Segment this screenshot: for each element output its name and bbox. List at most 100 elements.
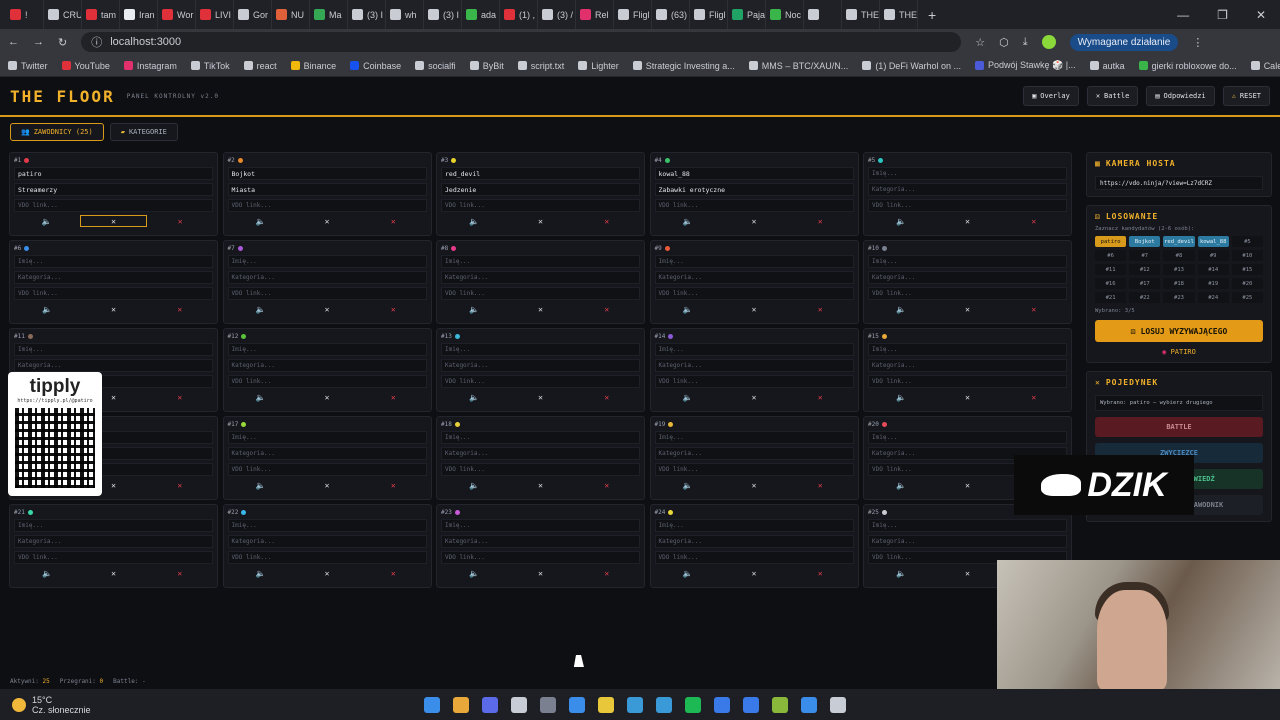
browser-tab[interactable]: Noc [766,0,804,29]
taskbar-app-icon[interactable] [627,696,643,713]
browser-tab[interactable]: Wor [158,0,196,29]
name-input[interactable]: Imię... [441,343,640,356]
speaker-icon[interactable]: 🔈 [441,479,507,491]
remove-button[interactable]: ✕ [574,479,640,491]
bookmark-item[interactable]: gierki robloxowe do... [1138,61,1237,71]
name-input[interactable]: Imię... [441,255,640,268]
speaker-icon[interactable]: 🔈 [14,567,80,579]
candidate-chip[interactable]: #23 [1163,292,1195,303]
candidate-chip[interactable]: #13 [1163,264,1195,275]
reload-icon[interactable]: ↻ [58,36,67,49]
category-input[interactable]: Kategoria... [868,183,1067,196]
browser-tab[interactable]: THE [842,0,880,29]
bookmark-item[interactable]: Strategic Investing a... [632,61,735,71]
overlay-button[interactable]: ▣ Overlay [1023,86,1079,106]
close-button[interactable]: ✕ [1256,8,1266,22]
candidate-chip[interactable]: #9 [1197,250,1229,261]
browser-tab[interactable]: (63) [652,0,690,29]
name-input[interactable]: Imię... [227,343,427,356]
speaker-icon[interactable]: 🔈 [441,567,507,579]
name-input[interactable]: Imię... [14,255,213,268]
bookmark-item[interactable]: (1) DeFi Warhol on ... [862,61,961,71]
remove-button[interactable]: ✕ [147,303,213,315]
taskbar-app-icon[interactable] [743,696,759,713]
browser-tab[interactable]: Ma [310,0,348,29]
name-input[interactable]: Imię... [227,431,427,444]
speaker-icon[interactable]: 🔈 [441,215,507,227]
speaker-icon[interactable]: 🔈 [441,303,507,315]
name-input[interactable]: Imię... [14,343,213,356]
speaker-icon[interactable]: 🔈 [228,303,294,315]
vdo-link-input[interactable]: VDO link... [441,463,640,476]
browser-tab[interactable]: NU [272,0,310,29]
browser-tab[interactable]: (1) , [500,0,538,29]
swords-button[interactable]: ✕ [80,303,146,315]
bookmark-item[interactable]: Binance [290,61,336,71]
bookmark-item[interactable]: Twitter [8,61,48,71]
category-input[interactable]: Kategoria... [14,535,213,548]
bookmark-item[interactable]: YouTube [61,61,110,71]
category-input[interactable]: Kategoria... [441,359,640,372]
remove-button[interactable]: ✕ [574,303,640,315]
name-input[interactable]: Imię... [654,343,854,356]
start-battle-button[interactable]: BATTLE [1095,417,1263,437]
remove-button[interactable]: ✕ [574,215,640,227]
star-icon[interactable]: ☆ [975,36,985,49]
category-input[interactable]: Kategoria... [227,359,427,372]
vdo-link-input[interactable]: VDO link... [868,199,1067,212]
name-input[interactable]: kowal_88 [654,167,854,180]
remove-button[interactable]: ✕ [360,303,426,315]
bookmark-item[interactable]: Coinbase [350,61,401,71]
vdo-link-input[interactable]: VDO link... [227,463,427,476]
name-input[interactable]: Imię... [227,519,427,532]
browser-tab[interactable] [804,0,842,29]
taskbar-app-icon[interactable] [482,696,498,713]
speaker-icon[interactable]: 🔈 [868,567,934,579]
taskbar-app-icon[interactable] [772,696,788,713]
speaker-icon[interactable]: 🔈 [655,567,721,579]
swords-button[interactable]: ✕ [294,215,360,227]
weather-widget[interactable]: 15°C Cz. słonecznie [0,695,91,715]
swords-button[interactable]: ✕ [721,303,787,315]
candidate-chip[interactable]: #19 [1197,278,1229,289]
name-input[interactable]: Imię... [868,519,1067,532]
reset-button[interactable]: ⚠ RESET [1222,86,1270,106]
bookmark-item[interactable]: autka [1089,61,1125,71]
minimize-button[interactable]: — [1177,8,1189,22]
candidate-chip[interactable]: red_devil [1163,236,1195,247]
browser-tab[interactable]: Fligl [614,0,652,29]
speaker-icon[interactable]: 🔈 [868,479,934,491]
name-input[interactable]: Imię... [654,431,854,444]
vdo-link-input[interactable]: VDO link... [654,551,854,564]
bookmark-item[interactable]: socialfi [415,61,456,71]
swords-button[interactable]: ✕ [294,391,360,403]
name-input[interactable]: Imię... [868,343,1067,356]
candidate-chip[interactable]: patiro [1095,236,1127,247]
vdo-link-input[interactable]: VDO link... [654,463,854,476]
speaker-icon[interactable]: 🔈 [868,303,934,315]
swords-button[interactable]: ✕ [294,479,360,491]
battle-button[interactable]: ✕ Battle [1086,86,1139,106]
name-input[interactable]: Imię... [868,167,1067,180]
candidate-chip[interactable]: #21 [1095,292,1127,303]
vdo-link-input[interactable]: VDO link... [868,287,1067,300]
category-input[interactable]: Kategoria... [14,271,213,284]
category-input[interactable]: Kategoria... [868,359,1067,372]
speaker-icon[interactable]: 🔈 [868,215,934,227]
tab-categories[interactable]: ▰ KATEGORIE [109,123,178,141]
remove-button[interactable]: ✕ [1001,215,1067,227]
swords-button[interactable]: ✕ [507,479,573,491]
remove-button[interactable]: ✕ [147,215,213,227]
taskbar-app-icon[interactable] [424,696,440,713]
vdo-link-input[interactable]: VDO link... [227,551,427,564]
browser-tab[interactable]: CRU [44,0,82,29]
category-input[interactable]: Streamerzy [14,183,213,196]
vdo-link-input[interactable]: VDO link... [441,287,640,300]
remove-button[interactable]: ✕ [1001,303,1067,315]
camera-url-input[interactable]: https://vdo.ninja/?view=Lz7dCRZ [1095,176,1263,190]
swords-button[interactable]: ✕ [934,391,1000,403]
category-input[interactable]: Kategoria... [14,359,213,372]
swords-button[interactable]: ✕ [934,303,1000,315]
action-required-button[interactable]: Wymagane działanie [1069,33,1179,51]
candidate-chip[interactable]: #25 [1231,292,1263,303]
